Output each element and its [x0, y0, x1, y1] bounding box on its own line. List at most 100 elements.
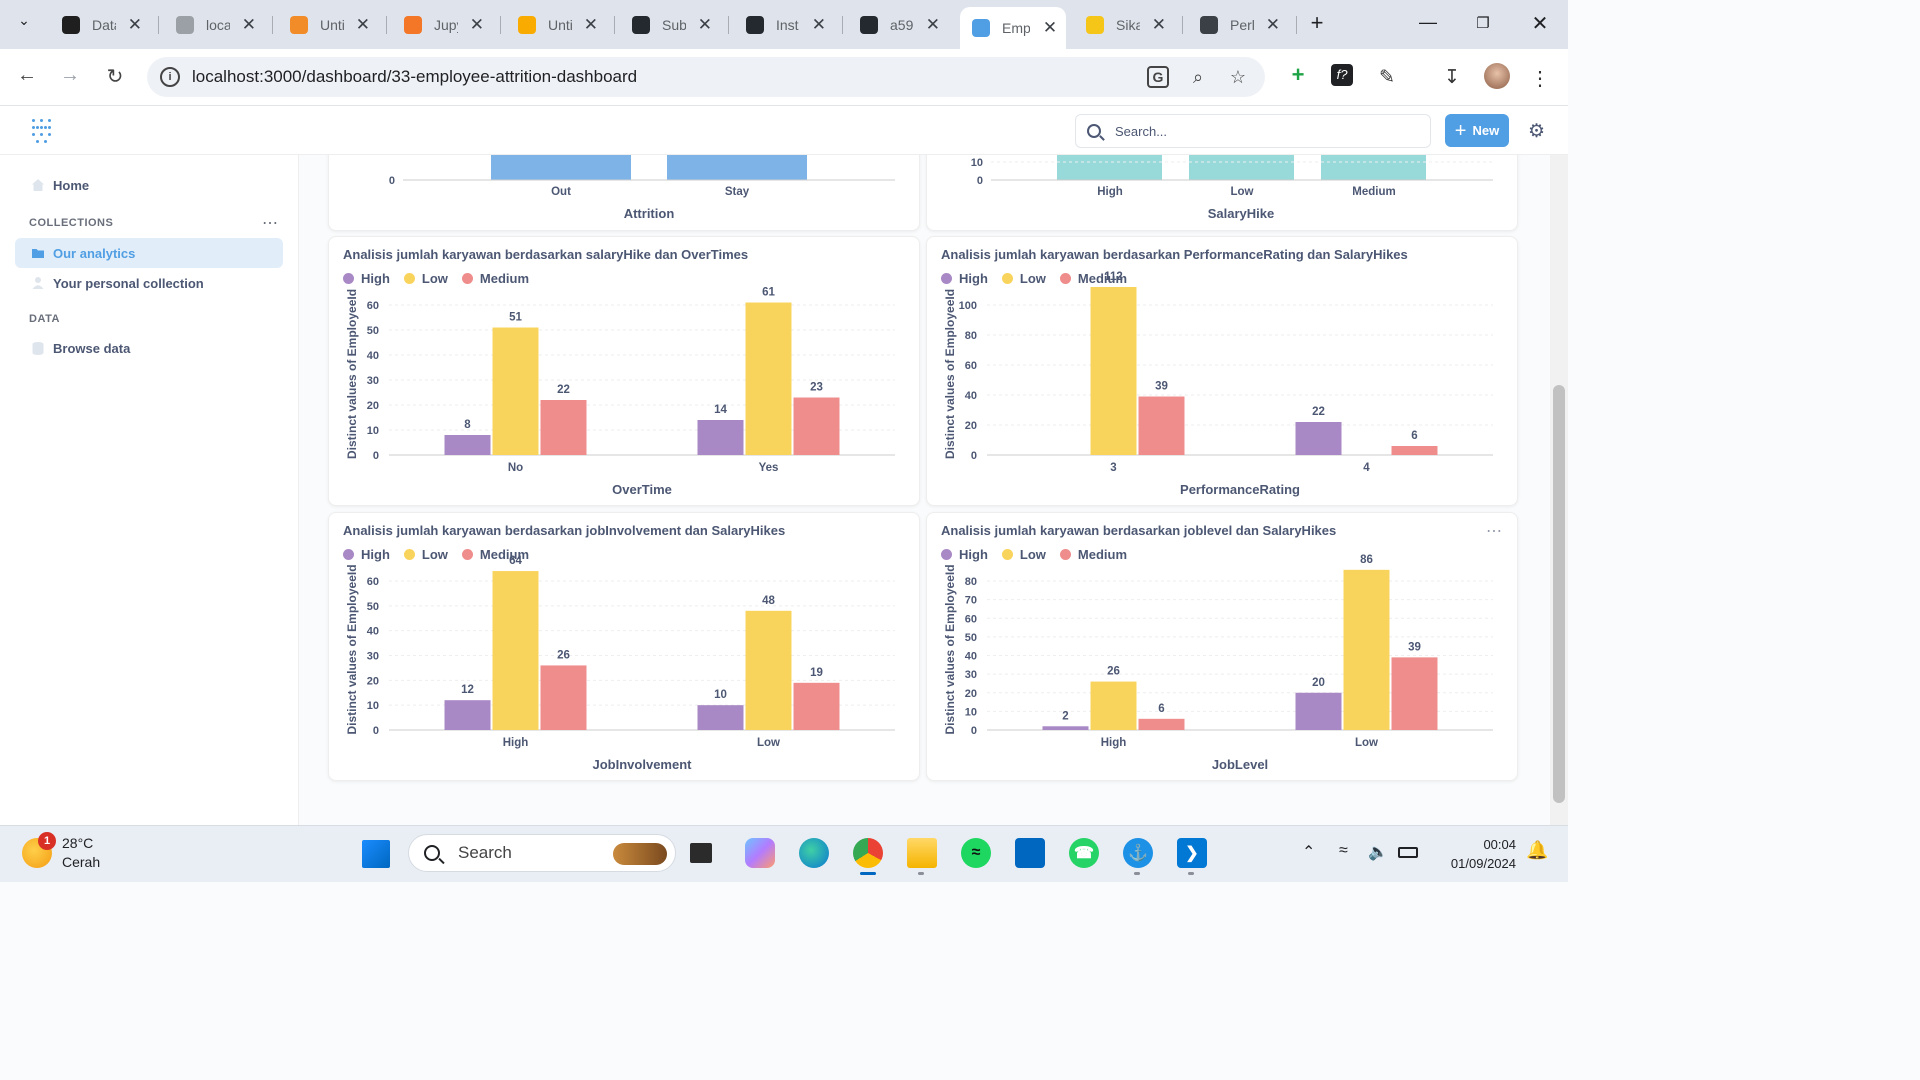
legend-item-high[interactable]: High: [941, 547, 988, 562]
metabase-logo-icon[interactable]: [28, 119, 54, 143]
tab-search-chevron-icon[interactable]: ⌄: [12, 12, 36, 29]
browser-tab[interactable]: Unti ✕: [278, 7, 378, 43]
card-salaryhike-partial[interactable]: 10 0 High Low Medium SalaryHike: [926, 155, 1518, 231]
search-input[interactable]: Search...: [1075, 114, 1431, 148]
extension-plus-icon[interactable]: +: [1286, 62, 1310, 88]
bookmark-star-icon[interactable]: ☆: [1227, 67, 1249, 88]
spotify-icon[interactable]: ≈: [961, 838, 991, 868]
translate-icon[interactable]: G: [1147, 66, 1169, 88]
new-button[interactable]: + New: [1445, 114, 1509, 147]
tab-close-icon[interactable]: ✕: [470, 15, 484, 35]
tab-label: Unti: [320, 17, 344, 33]
taskbar-search-input[interactable]: Search: [408, 834, 676, 872]
download-icon[interactable]: ↧: [1440, 66, 1464, 89]
tab-close-icon[interactable]: ✕: [584, 15, 598, 35]
volume-icon[interactable]: 🔈: [1368, 842, 1388, 862]
browser-tab[interactable]: Sika ✕: [1074, 7, 1174, 43]
collections-more-icon[interactable]: ⋯: [262, 213, 279, 233]
weather-widget[interactable]: 1 28°C Cerah: [22, 832, 100, 872]
chrome-icon[interactable]: [853, 838, 883, 868]
tab-close-icon[interactable]: ✕: [1042, 18, 1058, 38]
browser-tab[interactable]: loca ✕: [164, 7, 264, 43]
forward-icon[interactable]: →: [57, 64, 83, 87]
tab-close-icon[interactable]: ✕: [812, 15, 826, 35]
legend-item-low[interactable]: Low: [1001, 547, 1046, 562]
legend-item-low[interactable]: Low: [403, 271, 448, 286]
close-window-icon[interactable]: ✕: [1528, 11, 1552, 36]
browser-tab[interactable]: Jupy ✕: [392, 7, 492, 43]
sidebar-item-browse-data[interactable]: Browse data: [15, 333, 283, 363]
notification-bell-icon[interactable]: 🔔: [1526, 840, 1548, 861]
system-clock[interactable]: 00:04 01/09/2024: [1430, 835, 1516, 873]
url-text[interactable]: localhost:3000/dashboard/33-employee-att…: [192, 67, 637, 87]
card-performance-rating-chart[interactable]: Distinct values of EmployeeId 0 20 40 60 80 10…: [926, 236, 1518, 506]
tab-close-icon[interactable]: ✕: [242, 15, 256, 35]
browser-tab[interactable]: Sub ✕: [620, 7, 720, 43]
legend-item-medium[interactable]: Medium: [1059, 547, 1127, 562]
legend-item-medium[interactable]: Medium: [461, 271, 529, 286]
restore-icon[interactable]: ❐: [1471, 14, 1495, 32]
tab-close-icon[interactable]: ✕: [926, 15, 940, 35]
card-more-icon[interactable]: ⋯: [1486, 521, 1503, 541]
browser-tab[interactable]: Inst ✕: [734, 7, 834, 43]
salaryhike-partial-chart: 10 0 High Low Medium SalaryHike: [971, 155, 1493, 221]
sidebar-item-our-analytics[interactable]: Our analytics: [15, 238, 283, 268]
new-button-label: New: [1472, 123, 1500, 138]
docker-icon[interactable]: ⚓: [1123, 838, 1153, 868]
card-overtime-chart[interactable]: Distinct values of EmployeeId 0 10 20 30 40 50…: [328, 236, 920, 506]
y-tick-label: 20: [965, 420, 977, 432]
tab-close-icon[interactable]: ✕: [1152, 15, 1166, 35]
minimize-icon[interactable]: —: [1416, 12, 1440, 33]
sidebar-item-home[interactable]: Home: [15, 170, 283, 200]
task-view-icon[interactable]: [690, 843, 712, 863]
tray-overflow-icon[interactable]: ⌃: [1302, 842, 1315, 862]
tab-close-icon[interactable]: ✕: [128, 15, 142, 35]
browser-tab[interactable]: Data ✕: [50, 7, 150, 43]
legend-item-low[interactable]: Low: [403, 547, 448, 562]
tab-close-icon[interactable]: ✕: [698, 15, 712, 35]
browser-tab[interactable]: Emp ✕: [960, 7, 1066, 49]
browser-tab[interactable]: Perl ✕: [1188, 7, 1288, 43]
y-tick-0: 0: [977, 175, 983, 187]
data-label: 10: [714, 689, 727, 701]
reload-icon[interactable]: ↻: [102, 64, 128, 89]
x-tick-label: 4: [1363, 462, 1370, 474]
legend-item-medium[interactable]: Medium: [1059, 271, 1127, 286]
legend-item-low[interactable]: Low: [1001, 271, 1046, 286]
legend-item-high[interactable]: High: [343, 271, 390, 286]
omnibox[interactable]: i localhost:3000/dashboard/33-employee-a…: [147, 57, 1265, 97]
card-attrition-partial[interactable]: 0 Out Stay Attrition: [328, 155, 920, 231]
card-job-involvement-chart[interactable]: Distinct values of EmployeeId 0 10 20 30 40 50…: [328, 512, 920, 781]
copilot-icon[interactable]: [745, 838, 775, 868]
tab-close-icon[interactable]: ✕: [356, 15, 370, 35]
legend-label: High: [959, 547, 988, 562]
legend-item-high[interactable]: High: [343, 547, 390, 562]
legend-item-high[interactable]: High: [941, 271, 988, 286]
edge-icon[interactable]: [799, 838, 829, 868]
vscode-icon[interactable]: ❯: [1177, 838, 1207, 868]
wifi-icon[interactable]: ≈: [1339, 842, 1348, 860]
whatsapp-icon[interactable]: ☎: [1069, 838, 1099, 868]
formula-extension-icon[interactable]: f?: [1331, 64, 1353, 86]
page-scrollbar[interactable]: [1550, 155, 1568, 825]
gear-icon[interactable]: ⚙: [1528, 120, 1545, 143]
scrollbar-thumb[interactable]: [1553, 385, 1565, 803]
windows-start-icon[interactable]: [362, 840, 390, 868]
browser-tab[interactable]: a59 ✕: [848, 7, 948, 43]
browser-menu-icon[interactable]: ⋮: [1528, 66, 1552, 91]
profile-avatar[interactable]: [1484, 63, 1510, 89]
file-explorer-icon[interactable]: [907, 838, 937, 868]
legend-item-medium[interactable]: Medium: [461, 547, 529, 562]
card-job-level-chart[interactable]: Distinct values of EmployeeId 0 10 20 30 40 50…: [926, 512, 1518, 781]
sidebar-item-personal-collection[interactable]: Your personal collection: [15, 268, 283, 298]
battery-icon[interactable]: [1398, 847, 1418, 858]
back-icon[interactable]: ←: [14, 64, 40, 87]
tab-close-icon[interactable]: ✕: [1266, 15, 1280, 35]
sidebar-item-label: Home: [53, 177, 90, 193]
microsoft-store-icon[interactable]: [1015, 838, 1045, 868]
extensions-puzzle-icon[interactable]: ✎: [1375, 66, 1399, 89]
browser-tab[interactable]: Unti ✕: [506, 7, 606, 43]
site-info-icon[interactable]: i: [160, 67, 180, 87]
new-tab-button[interactable]: +: [1305, 10, 1329, 36]
zoom-icon[interactable]: ⌕: [1187, 67, 1209, 88]
